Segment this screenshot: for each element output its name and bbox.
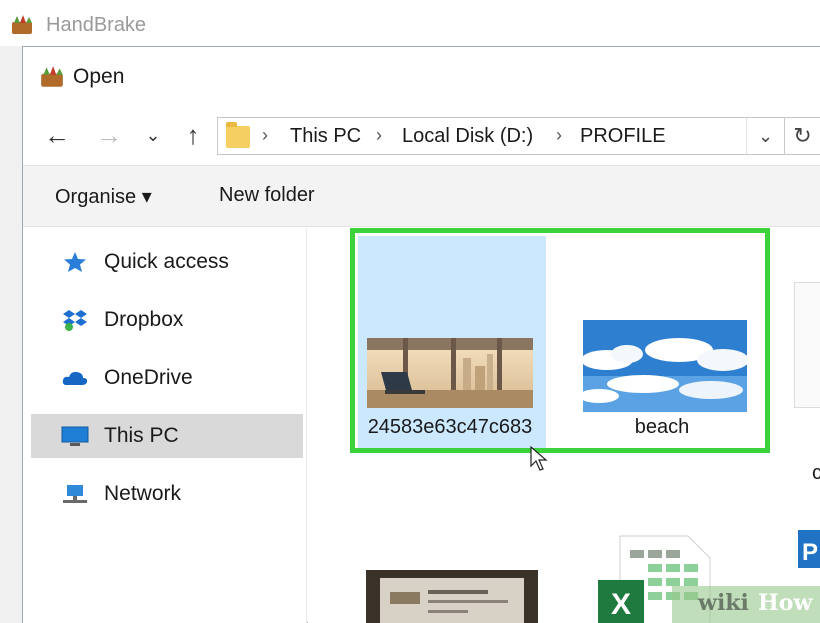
svg-text:P: P bbox=[802, 539, 818, 566]
breadcrumb-local-disk[interactable]: Local Disk (D:) bbox=[402, 125, 533, 148]
breadcrumb-separator: › bbox=[376, 125, 382, 145]
sidebar-item-onedrive[interactable]: OneDrive bbox=[31, 356, 303, 400]
computer-icon bbox=[61, 426, 89, 446]
navigation-pane: Quick access Dropbox OneDrive This PC Ne… bbox=[23, 228, 307, 623]
powerpoint-file-icon: P bbox=[798, 530, 820, 568]
sidebar-item-label: Dropbox bbox=[104, 308, 184, 331]
file-item-co[interactable]: co bbox=[794, 282, 820, 484]
breadcrumb-separator: › bbox=[262, 125, 268, 145]
sidebar-item-label: This PC bbox=[104, 424, 179, 447]
sidebar-item-label: Network bbox=[104, 482, 182, 505]
back-arrow-icon[interactable]: ← bbox=[41, 119, 73, 151]
network-icon bbox=[63, 485, 87, 503]
document-thumbnail-icon bbox=[794, 282, 820, 408]
mouse-cursor-icon bbox=[530, 446, 548, 471]
file-name: co bbox=[812, 462, 820, 484]
handbrake-logo-icon bbox=[12, 15, 32, 34]
organise-button[interactable]: Organise ▾ bbox=[55, 184, 152, 209]
presentation-thumbnail-icon bbox=[366, 570, 538, 623]
wikihow-watermark: wiki How bbox=[672, 586, 820, 623]
cloud-icon bbox=[62, 371, 88, 385]
handbrake-window: HandBrake Open ← → ⌄ ↑ › This PC › Local… bbox=[0, 0, 820, 623]
command-toolbar: Organise ▾ New folder bbox=[23, 165, 820, 227]
new-folder-button[interactable]: New folder bbox=[219, 184, 315, 207]
sidebar-item-label: OneDrive bbox=[104, 366, 193, 389]
forward-arrow-icon[interactable]: → bbox=[93, 119, 125, 151]
watermark-how: How bbox=[758, 590, 813, 616]
up-arrow-icon[interactable]: ↑ bbox=[177, 119, 209, 151]
breadcrumb-profile[interactable]: PROFILE bbox=[580, 125, 666, 148]
sidebar-item-this-pc[interactable]: This PC bbox=[31, 414, 303, 458]
sidebar-item-network[interactable]: Network bbox=[31, 472, 303, 516]
handbrake-titlebar: HandBrake bbox=[0, 0, 820, 46]
refresh-icon[interactable]: ↻ bbox=[785, 117, 820, 155]
sidebar-item-label: Quick access bbox=[104, 250, 229, 273]
navigation-bar: ← → ⌄ ↑ › This PC › Local Disk (D:) › PR… bbox=[23, 107, 820, 165]
watermark-wiki: wiki bbox=[698, 590, 749, 616]
star-icon bbox=[64, 252, 86, 272]
breadcrumb-this-pc[interactable]: This PC bbox=[290, 125, 361, 148]
dropbox-icon bbox=[63, 310, 87, 331]
recent-locations-chevron-icon[interactable]: ⌄ bbox=[137, 119, 169, 151]
sidebar-item-quick-access[interactable]: Quick access bbox=[31, 240, 303, 284]
app-title: HandBrake bbox=[46, 14, 147, 36]
open-dialog: Open ← → ⌄ ↑ › This PC › Local Disk (D:)… bbox=[22, 46, 820, 623]
folder-icon bbox=[226, 122, 250, 148]
breadcrumb-separator: › bbox=[556, 125, 562, 145]
dialog-titlebar: Open bbox=[23, 47, 820, 107]
svg-text:X: X bbox=[611, 588, 631, 621]
file-list: 24583e63c47c683 beach c X P bbox=[308, 228, 820, 623]
selection-highlight-box bbox=[350, 228, 770, 453]
dialog-title: Open bbox=[73, 65, 125, 88]
address-bar[interactable]: › This PC › Local Disk (D:) › PROFILE ⌄ bbox=[217, 117, 785, 155]
sidebar-item-dropbox[interactable]: Dropbox bbox=[31, 298, 303, 342]
address-dropdown-icon[interactable]: ⌄ bbox=[746, 118, 784, 154]
handbrake-logo-icon bbox=[41, 66, 63, 87]
